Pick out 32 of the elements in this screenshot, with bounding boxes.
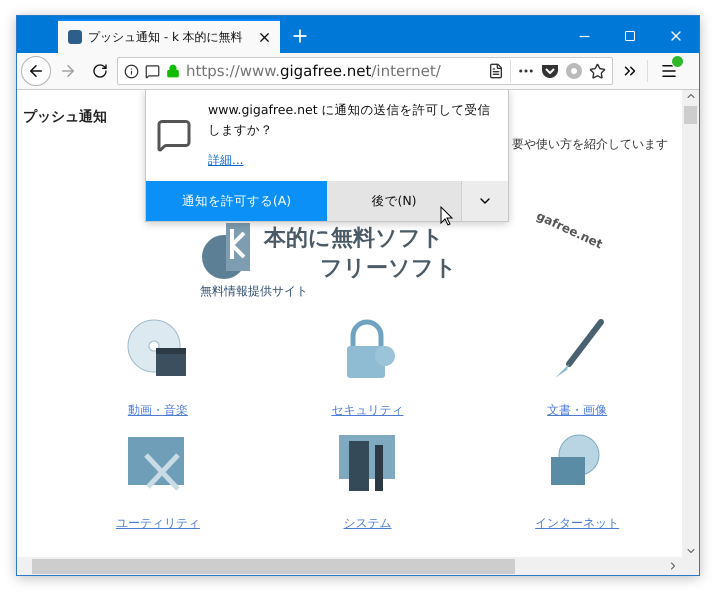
menu-icon[interactable] xyxy=(660,62,678,80)
scrollbar-thumb[interactable] xyxy=(32,558,515,574)
reader-view-icon[interactable] xyxy=(488,63,504,79)
category-link[interactable]: 動画・音楽 xyxy=(128,402,188,419)
tab-title: プッシュ通知 - k 本的に無料 xyxy=(88,28,244,46)
lock-icon xyxy=(166,64,180,78)
address-bar[interactable]: https://www.gigafree.net/internet/ xyxy=(117,57,613,85)
details-link[interactable]: 詳細... xyxy=(208,152,498,169)
category-link[interactable]: ユーティリティ xyxy=(116,515,200,532)
forward-arrow-icon xyxy=(59,62,77,80)
info-icon[interactable] xyxy=(124,64,139,78)
pocket-icon[interactable] xyxy=(541,63,559,79)
back-button[interactable] xyxy=(21,56,51,86)
logo-title: 本的に無料ソフト xyxy=(264,225,445,253)
url-text: https://www.gigafree.net/internet/ xyxy=(186,62,442,80)
message-icon[interactable] xyxy=(145,64,160,78)
logo-tagline: 無料情報提供サイト xyxy=(200,283,309,300)
star-icon[interactable] xyxy=(589,62,606,80)
page-description: 要や使い方を紹介しています xyxy=(511,136,668,153)
category-link[interactable]: システム xyxy=(343,515,392,532)
popup-message: www.gigafree.net に通知の送信を許可して受信しますか？ xyxy=(208,101,492,139)
browser-tab[interactable]: プッシュ通知 - k 本的に無料 xyxy=(58,19,280,53)
scrollbar-thumb[interactable] xyxy=(684,106,697,124)
category-link[interactable]: 文書・画像 xyxy=(547,402,608,419)
reload-icon xyxy=(92,63,108,79)
category-link[interactable]: セキュリティ xyxy=(331,402,404,419)
page-heading: プッシュ通知 xyxy=(23,108,107,126)
category-link[interactable]: インターネット xyxy=(535,515,620,532)
site-favicon-icon xyxy=(68,30,82,44)
later-button[interactable]: 後で(N) xyxy=(327,181,461,221)
logo-subtitle: フリーソフト xyxy=(320,255,458,283)
allow-button[interactable]: 通知を許可する(A) xyxy=(146,181,327,221)
